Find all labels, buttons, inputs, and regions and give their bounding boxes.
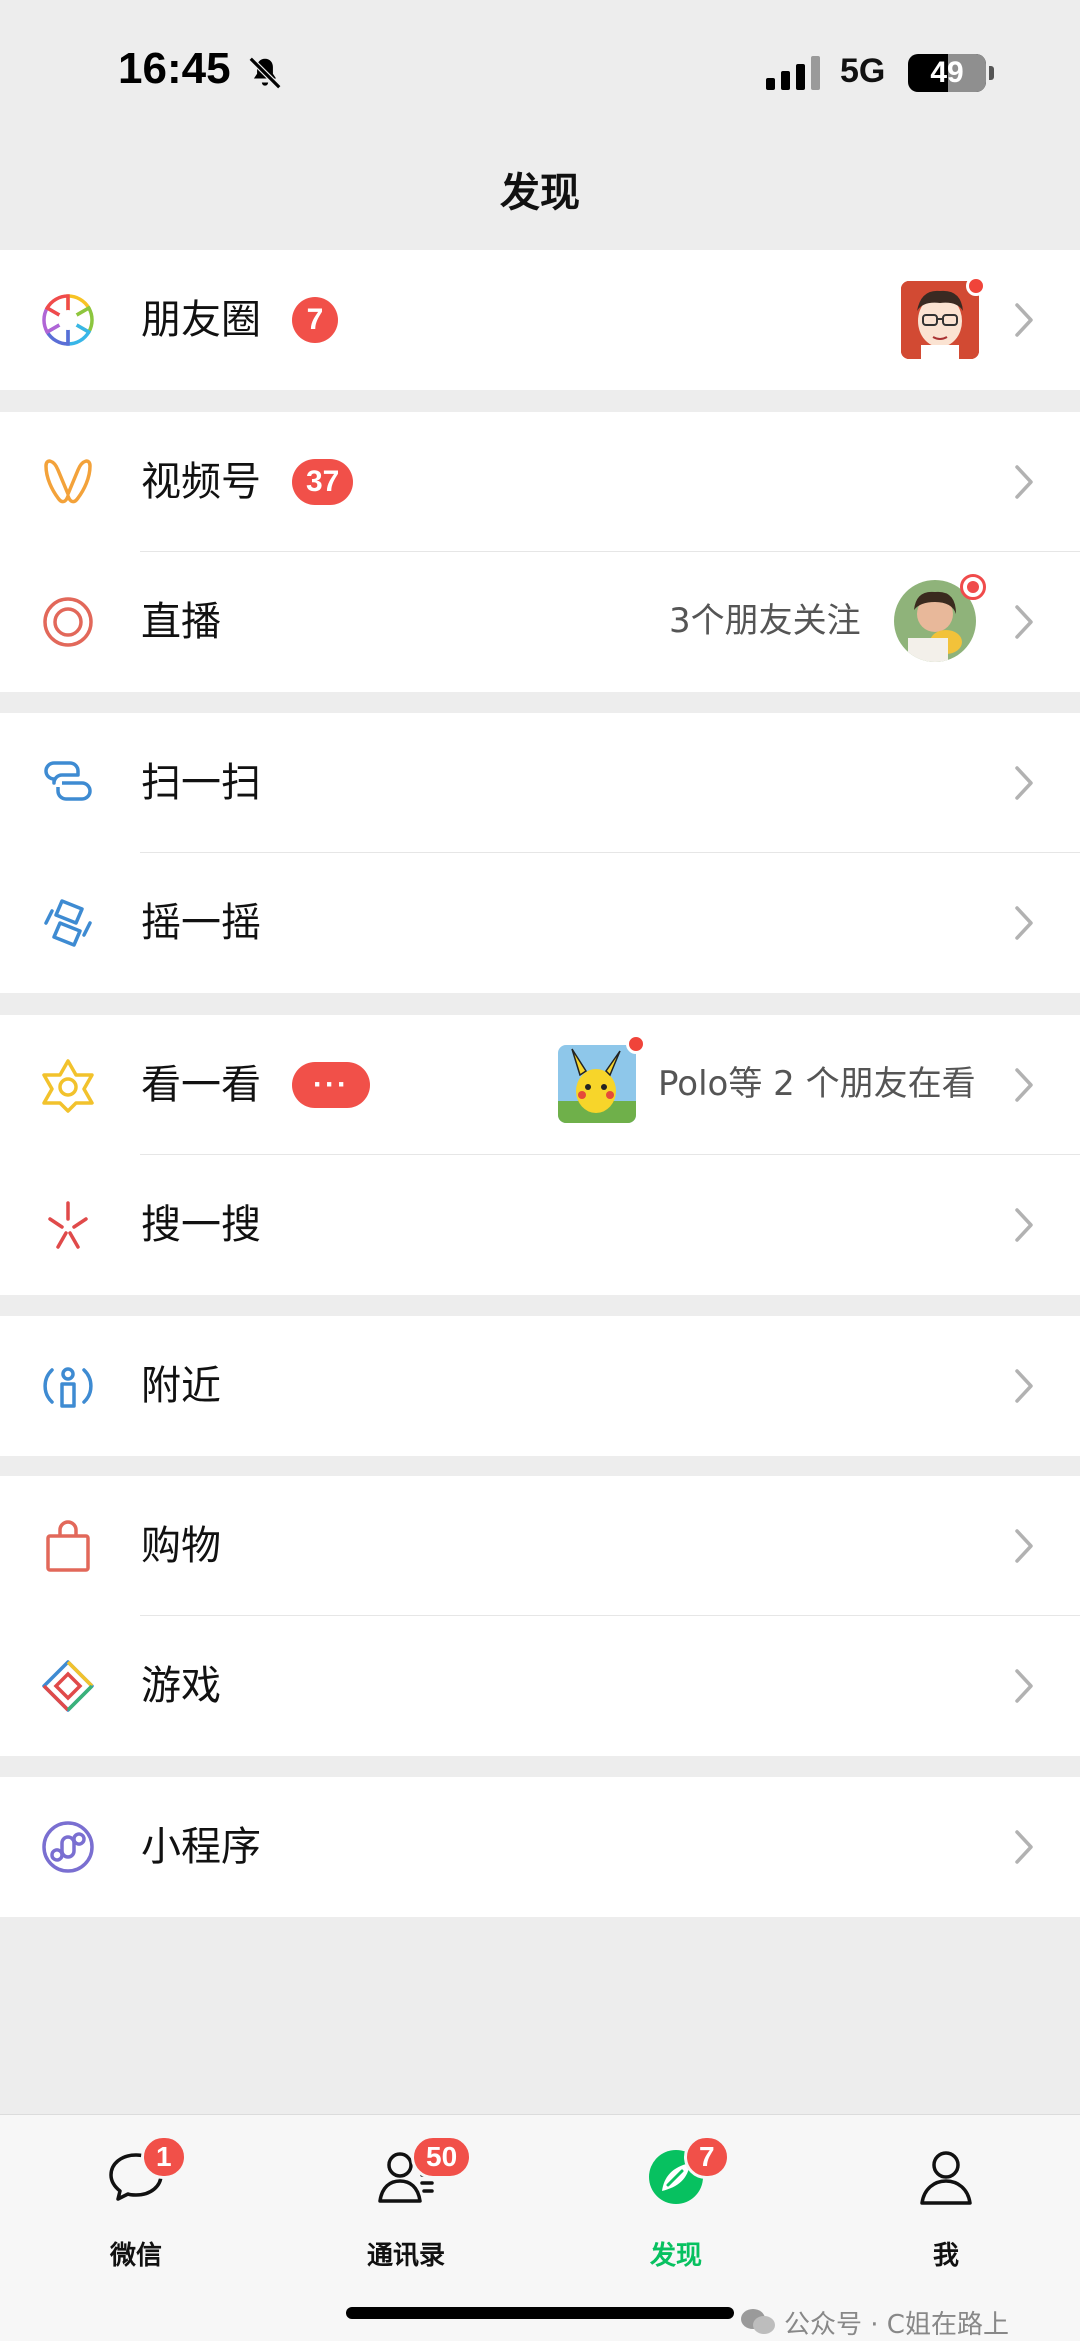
row-label: 扫一扫 <box>141 760 261 806</box>
tab-label: 通讯录 <box>366 2241 445 2271</box>
top-stories-new-dot <box>626 1034 646 1054</box>
moments-count-badge: 7 <box>292 297 338 343</box>
cartoon-face-image <box>901 281 979 359</box>
group-channels: 视频号 37 直播 3个朋友关注 <box>0 412 1080 692</box>
chevron-right-icon <box>1015 1068 1033 1102</box>
me-person-icon <box>920 2151 972 2205</box>
tab-label: 微信 <box>109 2241 162 2271</box>
row-label: 游戏 <box>141 1663 221 1709</box>
row-label: 摇一摇 <box>141 900 261 946</box>
bell-muted-icon <box>248 56 282 90</box>
moments-icon <box>42 294 94 346</box>
row-moments[interactable]: 朋友圈 7 <box>0 250 1080 390</box>
battery-indicator: 49 <box>908 54 994 92</box>
channels-count-badge: 37 <box>292 459 354 505</box>
chevron-right-icon <box>1015 605 1033 639</box>
status-bar: 16:45 5G 49 <box>0 0 1080 140</box>
group-shopping-games: 购物 游戏 <box>0 1476 1080 1756</box>
top-stories-thumbnail <box>558 1045 636 1123</box>
wechat-logo-icon <box>741 2309 775 2334</box>
row-channels[interactable]: 视频号 37 <box>0 412 1080 552</box>
row-label: 搜一搜 <box>141 1202 261 1248</box>
chevron-right-icon <box>1015 1208 1033 1242</box>
row-label: 直播 <box>141 599 221 645</box>
chevron-right-icon <box>1015 1529 1033 1563</box>
chevron-right-icon <box>1015 906 1033 940</box>
group-nearby: 附近 <box>0 1316 1080 1456</box>
games-icon <box>42 1660 94 1712</box>
nearby-icon <box>43 1367 93 1408</box>
tab-contacts[interactable]: 50 通讯录 <box>306 2135 506 2271</box>
discover-badge: 7 <box>684 2135 730 2179</box>
shopping-bag-icon <box>46 1520 90 1572</box>
watermark: 公众号 · C姐在路上 <box>740 2306 1009 2340</box>
row-live[interactable]: 直播 3个朋友关注 <box>0 552 1080 692</box>
row-label: 视频号 <box>141 459 261 505</box>
top-stories-friends-text: Polo等 2 个朋友在看 <box>658 1064 976 1104</box>
home-indicator <box>346 2307 734 2319</box>
row-games[interactable]: 游戏 <box>0 1616 1080 1756</box>
chevron-right-icon <box>1015 303 1033 337</box>
search-icon <box>48 1201 88 1249</box>
watermark-text: 公众号 · C姐在路上 <box>784 2309 1009 2340</box>
row-mini-programs[interactable]: 小程序 <box>0 1777 1080 1917</box>
scan-icon <box>44 761 92 801</box>
tab-label: 发现 <box>649 2241 702 2271</box>
chevron-right-icon <box>1015 766 1033 800</box>
status-time: 16:45 <box>118 44 231 93</box>
top-stories-icon <box>42 1059 94 1113</box>
row-label: 朋友圈 <box>141 297 261 343</box>
pikachu-image <box>558 1045 636 1123</box>
battery-level: 49 <box>930 56 964 89</box>
chats-unread-badge: 1 <box>141 2135 187 2179</box>
row-scan[interactable]: 扫一扫 <box>0 713 1080 853</box>
row-label: 小程序 <box>141 1824 261 1870</box>
top-stories-more-badge: ··· <box>292 1062 370 1108</box>
page-title: 发现 <box>500 170 580 216</box>
tab-chats[interactable]: 1 微信 <box>36 2135 236 2271</box>
moments-friend-avatar <box>901 281 979 359</box>
group-mini-programs: 小程序 <box>0 1777 1080 1917</box>
live-indicator-dot <box>967 581 979 593</box>
network-type: 5G <box>840 52 886 90</box>
row-search[interactable]: 搜一搜 <box>0 1155 1080 1295</box>
live-friends-following-text: 3个朋友关注 <box>669 601 861 641</box>
chevron-right-icon <box>1015 1669 1033 1703</box>
group-stories-search: 看一看 ··· Polo等 2 个朋友在看 搜一搜 <box>0 1015 1080 1295</box>
chevron-right-icon <box>1015 465 1033 499</box>
row-label: 附近 <box>141 1363 221 1409</box>
row-label: 看一看 <box>141 1062 261 1108</box>
tab-label: 我 <box>932 2241 959 2271</box>
shake-icon <box>44 899 92 947</box>
row-nearby[interactable]: 附近 <box>0 1316 1080 1456</box>
cellular-signal-icon <box>766 56 820 90</box>
live-icon <box>43 597 93 647</box>
chevron-right-icon <box>1015 1369 1033 1403</box>
row-shopping[interactable]: 购物 <box>0 1476 1080 1616</box>
group-moments: 朋友圈 7 <box>0 250 1080 390</box>
moments-new-dot <box>966 276 986 296</box>
group-scan-shake: 扫一扫 摇一摇 <box>0 713 1080 993</box>
row-label: 购物 <box>141 1523 221 1569</box>
channels-icon <box>44 459 92 504</box>
contacts-new-badge: 50 <box>411 2135 473 2179</box>
mini-programs-icon <box>42 1821 94 1873</box>
row-shake[interactable]: 摇一摇 <box>0 853 1080 993</box>
tab-me[interactable]: 我 <box>846 2147 1046 2271</box>
row-top-stories[interactable]: 看一看 ··· Polo等 2 个朋友在看 <box>0 1015 1080 1155</box>
tab-discover[interactable]: 7 发现 <box>576 2135 776 2271</box>
chevron-right-icon <box>1015 1830 1033 1864</box>
